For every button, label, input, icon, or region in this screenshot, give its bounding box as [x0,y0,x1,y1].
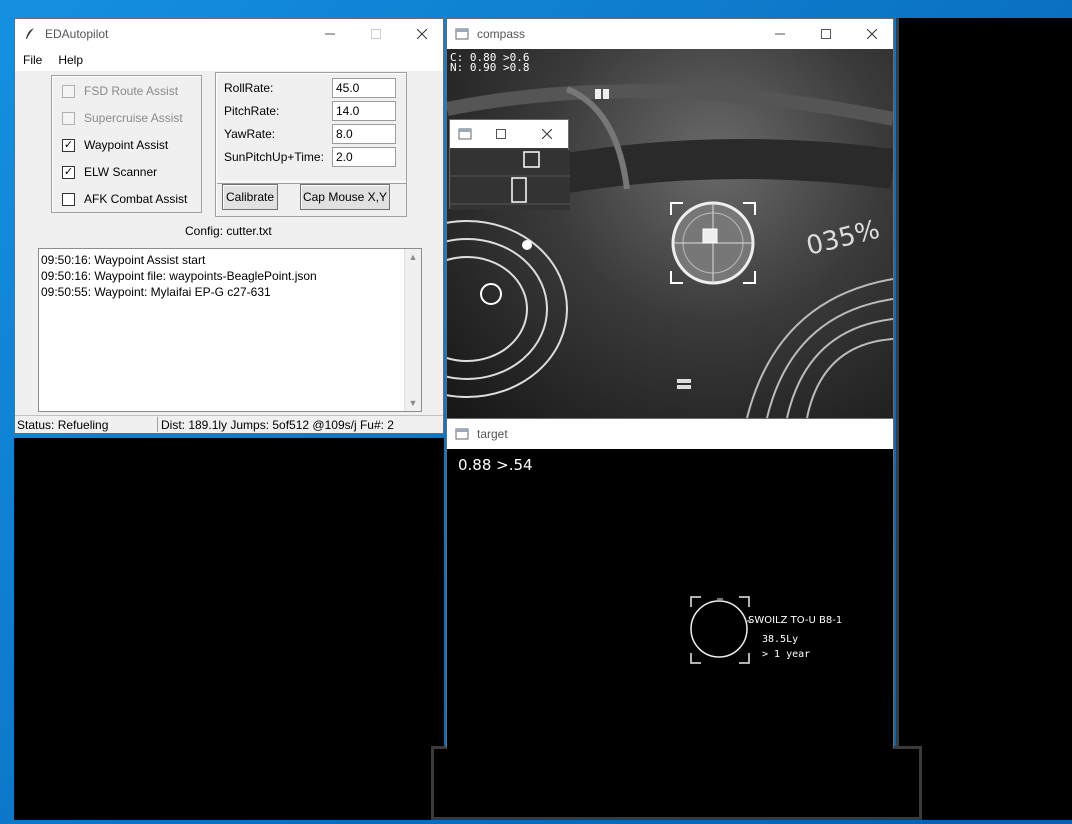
maximize-icon [496,129,506,139]
target-reticle [690,596,751,664]
checkbox-box [62,111,75,125]
checkmark-icon: ✓ [62,165,75,179]
checkbox-box [62,192,75,206]
yaw-rate-label: YawRate: [224,127,276,141]
roll-rate-input[interactable]: 45.0 [332,78,396,98]
log-line: 09:50:16: Waypoint file: waypoints-Beagl… [41,269,317,283]
log-line: 09:50:55: Waypoint: Mylaifai EP-G c27-63… [41,285,271,299]
log-line: 09:50:16: Waypoint Assist start [41,253,206,267]
edautopilot-window: EDAutopilot File Help FSD Route Assist S… [14,18,444,434]
minimize-icon [775,33,785,35]
maximize-button[interactable] [478,120,524,148]
mini-titlebar[interactable] [450,120,568,148]
pitch-rate-input[interactable]: 14.0 [332,101,396,121]
status-text: Status: Refueling [17,418,109,432]
config-label: Config: cutter.txt [185,224,272,238]
log-listbox[interactable]: 09:50:16: Waypoint Assist start 09:50:16… [38,248,422,412]
close-icon [542,129,552,139]
mini-capture [450,150,570,210]
window-title: EDAutopilot [45,27,109,41]
elw-scanner-checkbox[interactable]: ✓ ELW Scanner [62,165,157,179]
target-distance: 38.5Ly [762,634,799,645]
background-pane-right [896,18,1072,820]
hud-percent: 035% [803,215,882,262]
maximize-button[interactable] [803,19,849,49]
window-app-icon [455,428,469,440]
scroll-down-icon[interactable]: ▼ [405,395,421,411]
cap-mouse-button[interactable]: Cap Mouse X,Y [300,184,390,210]
close-button[interactable] [849,19,895,49]
close-icon [417,29,427,39]
cockpit-scene: 035% [447,84,893,418]
roll-rate-label: RollRate: [224,81,274,95]
target-system-name: SWOILZ TO-U B8-1 [748,615,843,626]
background-pane-bottom [431,746,922,820]
assists-group: FSD Route Assist Supercruise Assist ✓ Wa… [51,75,202,213]
checkmark-icon: ✓ [62,138,75,152]
minimize-icon [325,33,335,35]
target-age: > 1 year [762,649,811,660]
sun-pitch-up-time-label: SunPitchUp+Time: [224,150,324,164]
yaw-rate-input[interactable]: 8.0 [332,124,396,144]
supercruise-assist-checkbox[interactable]: Supercruise Assist [62,111,183,125]
afk-combat-assist-checkbox[interactable]: AFK Combat Assist [62,192,187,206]
menu-bar: File Help [15,49,443,71]
pitch-rate-label: PitchRate: [224,104,280,118]
waypoint-assist-checkbox[interactable]: ✓ Waypoint Assist [62,138,168,152]
menu-file[interactable]: File [15,53,50,67]
close-button[interactable] [399,19,445,49]
close-button[interactable] [524,120,570,148]
checkbox-label: AFK Combat Assist [84,192,188,206]
compass-score-line-2: N: 0.90 >0.8 [450,61,530,74]
window-app-icon [458,128,472,140]
checkbox-label: ELW Scanner [84,165,158,179]
checkbox-label: Supercruise Assist [84,111,183,125]
fsd-route-assist-checkbox[interactable]: FSD Route Assist [62,84,178,98]
buttons-group: Calibrate Cap Mouse X,Y [215,181,407,217]
target-window: target 0.88 >.54 SWOILZ TO-U B8-1 38.5Ly… [446,418,894,749]
floating-mini-window [449,119,570,210]
maximize-button[interactable] [353,19,399,49]
minimize-button[interactable] [307,19,353,49]
target-titlebar[interactable]: target [447,419,893,449]
log-scrollbar[interactable]: ▲ ▼ [404,249,421,411]
sun-pitch-up-time-input[interactable]: 2.0 [332,147,396,167]
calibrate-button[interactable]: Calibrate [222,184,278,210]
status-bar: Status: Refueling Dist: 189.1ly Jumps: 5… [15,415,443,433]
checkbox-box [62,84,75,98]
window-title: compass [477,27,526,41]
maximize-icon [371,29,381,39]
compass-titlebar[interactable]: compass [447,19,893,49]
window-app-icon [455,28,469,40]
checkbox-label: Waypoint Assist [84,138,169,152]
compass-capture: 035% C: 0.80 >0.6 N: 0.90 >0.8 [447,49,893,418]
edautopilot-titlebar[interactable]: EDAutopilot [15,19,443,49]
target-capture: 0.88 >.54 SWOILZ TO-U B8-1 38.5Ly > 1 ye… [447,449,893,749]
rates-group: RollRate: 45.0 PitchRate: 14.0 YawRate: … [215,72,407,184]
feather-icon [26,28,34,39]
window-title: target [477,427,508,441]
background-pane-left [14,438,444,820]
checkbox-label: FSD Route Assist [84,84,179,98]
minimize-button[interactable] [757,19,803,49]
scroll-up-icon[interactable]: ▲ [405,249,421,265]
maximize-icon [821,29,831,39]
compass-window: compass 035% C: 0.80 >0.6 N: 0.90 >0.8 [446,18,894,419]
menu-help[interactable]: Help [50,53,91,67]
status-separator [157,417,158,432]
close-icon [867,29,877,39]
route-info-text: Dist: 189.1ly Jumps: 5of512 @109s/j Fu#:… [161,418,394,432]
